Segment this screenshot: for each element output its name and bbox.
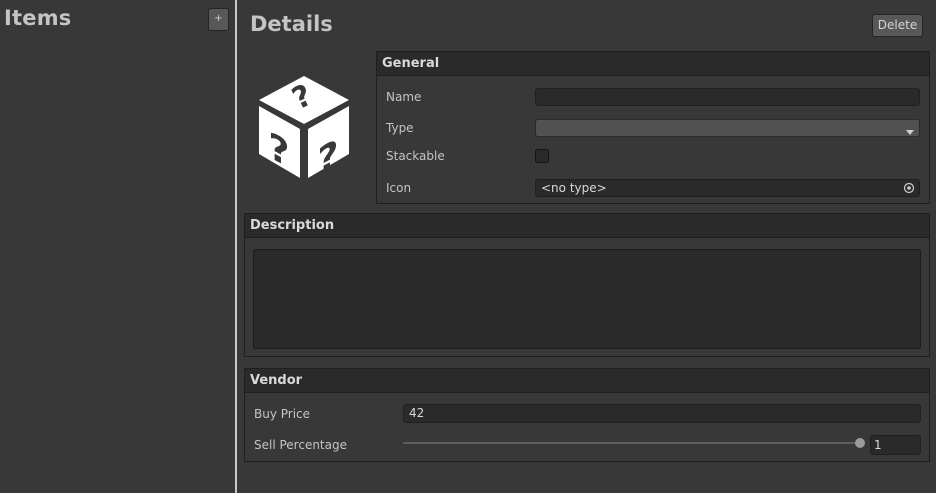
stackable-label: Stackable <box>386 149 445 163</box>
type-dropdown[interactable] <box>535 119 920 137</box>
sell-percentage-slider[interactable] <box>403 433 865 453</box>
icon-object-field[interactable]: <no type> <box>535 179 920 197</box>
sell-percentage-value: 1 <box>874 438 882 452</box>
buy-price-label: Buy Price <box>254 407 311 421</box>
sell-percentage-label: Sell Percentage <box>254 438 347 452</box>
description-textarea[interactable] <box>253 249 921 349</box>
icon-label: Icon <box>386 181 412 195</box>
question-dice-icon: ? ? ? <box>252 72 356 185</box>
vendor-panel: Vendor Buy Price 42 Sell Percentage 1 <box>244 368 930 462</box>
items-list-panel: Items + <box>0 0 235 493</box>
type-label: Type <box>386 121 414 135</box>
name-field[interactable] <box>535 88 920 106</box>
slider-track[interactable] <box>403 442 865 444</box>
target-icon[interactable] <box>903 182 915 197</box>
general-panel: General Name Type Stackable Icon <no typ… <box>376 51 930 204</box>
description-header: Description <box>245 214 929 238</box>
items-title: Items <box>4 6 72 30</box>
icon-value: <no type> <box>541 181 607 195</box>
delete-button[interactable]: Delete <box>872 14 923 37</box>
stackable-checkbox[interactable] <box>535 149 549 163</box>
name-label: Name <box>386 90 422 104</box>
add-item-button[interactable]: + <box>208 8 229 31</box>
description-panel: Description <box>244 213 930 357</box>
buy-price-value: 42 <box>409 406 425 420</box>
vendor-header: Vendor <box>245 369 929 393</box>
details-title: Details <box>250 12 333 36</box>
sell-percentage-field[interactable]: 1 <box>870 435 921 455</box>
slider-thumb[interactable] <box>855 438 865 448</box>
general-header: General <box>377 52 929 76</box>
panel-splitter[interactable] <box>235 0 237 493</box>
buy-price-field[interactable]: 42 <box>403 404 921 423</box>
chevron-down-icon <box>906 125 914 139</box>
